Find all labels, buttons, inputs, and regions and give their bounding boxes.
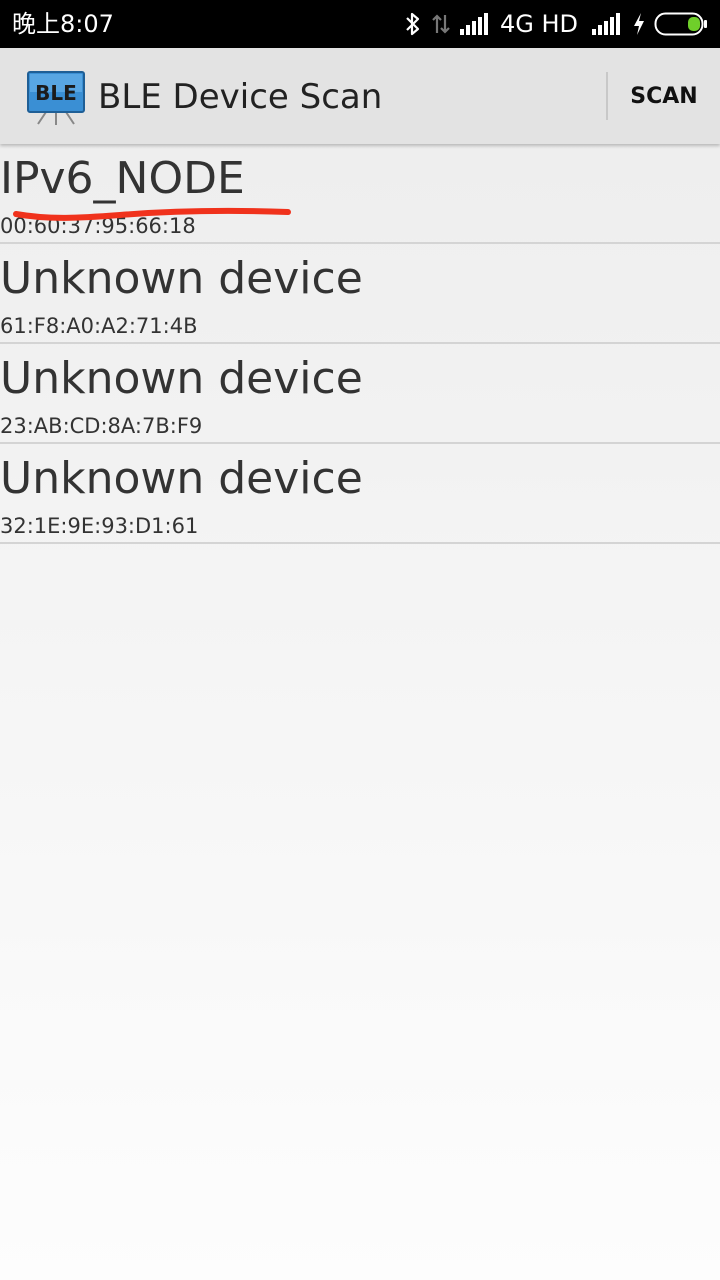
signal-icon	[459, 13, 488, 35]
ble-app-icon: BLE	[27, 71, 85, 125]
device-list-item[interactable]: Unknown device 32:1E:9E:93:D1:61	[0, 444, 720, 544]
app-bar: BLE BLE Device Scan SCAN	[0, 48, 720, 144]
battery-icon	[654, 12, 707, 36]
device-list: IPv6_NODE 00:60:37:95:66:18 Unknown devi…	[0, 144, 720, 544]
device-address: 00:60:37:95:66:18	[0, 214, 196, 238]
device-name: Unknown device	[0, 453, 363, 504]
device-address: 23:AB:CD:8A:7B:F9	[0, 414, 203, 438]
app-title: BLE Device Scan	[98, 77, 383, 117]
status-icons: 4G HD	[404, 8, 708, 40]
device-address: 32:1E:9E:93:D1:61	[0, 514, 199, 538]
status-time: 晚上8:07	[12, 10, 114, 38]
device-name: IPv6_NODE	[0, 153, 245, 204]
data-transfer-icon	[432, 14, 450, 34]
bluetooth-icon	[406, 12, 420, 36]
device-name: Unknown device	[0, 353, 363, 404]
status-bar: 晚上8:07 4G HD	[0, 0, 720, 48]
device-list-item[interactable]: Unknown device 23:AB:CD:8A:7B:F9	[0, 344, 720, 444]
app-icon-text: BLE	[35, 81, 77, 105]
charging-icon	[634, 13, 644, 35]
device-name: Unknown device	[0, 253, 363, 304]
scan-button[interactable]: SCAN	[608, 48, 720, 144]
device-list-item[interactable]: Unknown device 61:F8:A0:A2:71:4B	[0, 244, 720, 344]
signal-icon	[592, 13, 620, 35]
device-list-item[interactable]: IPv6_NODE 00:60:37:95:66:18	[0, 144, 720, 244]
device-address: 61:F8:A0:A2:71:4B	[0, 314, 198, 338]
network-type-label: 4G HD	[499, 10, 578, 38]
